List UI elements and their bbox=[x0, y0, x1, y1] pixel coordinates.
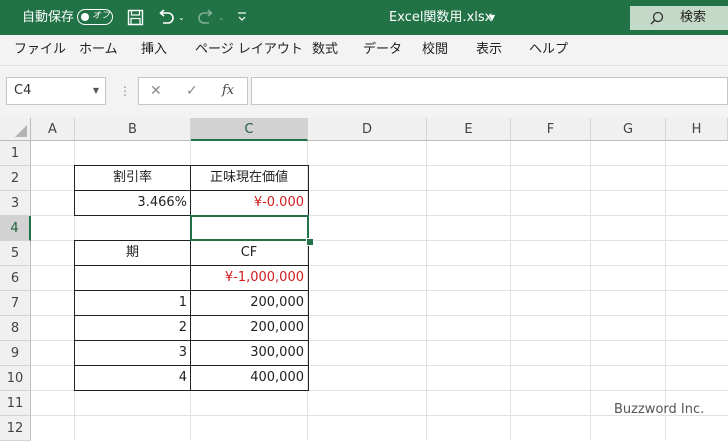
customize-toolbar-icon[interactable] bbox=[237, 11, 247, 23]
selected-cell-c4[interactable] bbox=[190, 215, 309, 241]
column-header-e[interactable]: E bbox=[427, 118, 511, 141]
cell-b10[interactable]: 4 bbox=[75, 366, 190, 390]
cell-c6[interactable]: ¥-1,000,000 bbox=[191, 266, 307, 290]
autosave-state: オフ bbox=[92, 11, 111, 21]
row-header-2[interactable]: 2 bbox=[0, 166, 31, 191]
cell-c2[interactable]: 正味現在価値 bbox=[191, 166, 307, 190]
enter-icon: ✓ bbox=[186, 83, 198, 99]
search-label: 検索 bbox=[680, 10, 707, 25]
column-header-d[interactable]: D bbox=[308, 118, 427, 141]
cell-b7[interactable]: 1 bbox=[75, 291, 190, 315]
row-header-7[interactable]: 7 bbox=[0, 291, 31, 316]
autosave-label: 自動保存 bbox=[22, 10, 75, 25]
row-header-9[interactable]: 9 bbox=[0, 341, 31, 366]
cell-b8[interactable]: 2 bbox=[75, 316, 190, 340]
row-header-11[interactable]: 11 bbox=[0, 391, 31, 416]
row-header-10[interactable]: 10 bbox=[0, 366, 31, 391]
redo-icon bbox=[198, 9, 213, 24]
select-all-button[interactable] bbox=[0, 118, 31, 141]
name-box-value: C4 bbox=[14, 83, 32, 98]
cell-b3[interactable]: 3.466% bbox=[75, 191, 190, 215]
menu-formulas[interactable]: 数式 bbox=[312, 35, 338, 65]
autosave-toggle[interactable]: オフ bbox=[77, 9, 113, 25]
cell-b2[interactable]: 割引率 bbox=[75, 166, 190, 190]
column-header-b[interactable]: B bbox=[75, 118, 191, 141]
redo-dropdown-icon: ⌄ bbox=[218, 13, 225, 22]
watermark: Buzzword Inc. bbox=[614, 402, 705, 417]
menu-help[interactable]: ヘルプ bbox=[529, 35, 568, 65]
row-header-4[interactable]: 4 bbox=[0, 216, 31, 241]
menu-page-layout[interactable]: ページ レイアウト bbox=[195, 35, 303, 65]
row-header-1[interactable]: 1 bbox=[0, 141, 31, 166]
column-header-a[interactable]: A bbox=[31, 118, 75, 141]
cell-c5[interactable]: CF bbox=[191, 241, 307, 265]
menu-home[interactable]: ホーム bbox=[79, 35, 118, 65]
column-header-f[interactable]: F bbox=[511, 118, 591, 141]
fill-handle[interactable] bbox=[306, 238, 314, 246]
cell-b5[interactable]: 期 bbox=[75, 241, 190, 265]
menu-bar: ファイル ホーム 挿入 ページ レイアウト 数式 データ 校閲 表示 ヘルプ bbox=[0, 35, 728, 66]
undo-dropdown-icon[interactable]: ⌄ bbox=[178, 0, 185, 35]
menu-review[interactable]: 校閲 bbox=[422, 35, 448, 65]
cell-c7[interactable]: 200,000 bbox=[191, 291, 307, 315]
search-icon bbox=[650, 11, 664, 25]
menu-insert[interactable]: 挿入 bbox=[141, 35, 167, 65]
formula-input[interactable] bbox=[251, 77, 728, 105]
name-box[interactable]: C4 ▼ bbox=[6, 77, 106, 105]
cell-b9[interactable]: 3 bbox=[75, 341, 190, 365]
cell-c3[interactable]: ¥-0.000 bbox=[191, 191, 307, 215]
row-header-12[interactable]: 12 bbox=[0, 416, 31, 441]
column-header-h[interactable]: H bbox=[666, 118, 728, 141]
cell-c9[interactable]: 300,000 bbox=[191, 341, 307, 365]
search-box[interactable]: 検索 bbox=[630, 6, 728, 30]
worksheet-grid[interactable]: A B C D E F G H 1 2 3 4 5 6 7 8 9 10 11 … bbox=[0, 118, 728, 441]
formula-bar-area: C4 ▼ ⋮ ✕ ✓ fx bbox=[0, 66, 728, 118]
cancel-icon: ✕ bbox=[150, 83, 162, 99]
name-box-dropdown-icon[interactable]: ▼ bbox=[93, 78, 99, 104]
menu-file[interactable]: ファイル bbox=[14, 35, 66, 65]
file-name[interactable]: Excel関数用.xlsx bbox=[389, 0, 492, 35]
cell-c8[interactable]: 200,000 bbox=[191, 316, 307, 340]
insert-function-icon[interactable]: fx bbox=[222, 77, 234, 105]
undo-icon[interactable] bbox=[156, 9, 176, 26]
row-header-8[interactable]: 8 bbox=[0, 316, 31, 341]
row-header-3[interactable]: 3 bbox=[0, 191, 31, 216]
menu-data[interactable]: データ bbox=[363, 35, 402, 65]
title-bar: 自動保存 オフ ⌄ ⌄ Excel関数用.xlsx ▼ 検索 bbox=[0, 0, 728, 35]
filename-dropdown-icon[interactable]: ▼ bbox=[489, 0, 495, 35]
cell-c10[interactable]: 400,000 bbox=[191, 366, 307, 390]
column-header-c[interactable]: C bbox=[191, 118, 308, 141]
menu-view[interactable]: 表示 bbox=[476, 35, 502, 65]
column-header-g[interactable]: G bbox=[591, 118, 666, 141]
more-options-icon: ⋮ bbox=[119, 84, 131, 98]
row-header-6[interactable]: 6 bbox=[0, 266, 31, 291]
save-icon[interactable] bbox=[127, 9, 144, 26]
row-header-5[interactable]: 5 bbox=[0, 241, 31, 266]
